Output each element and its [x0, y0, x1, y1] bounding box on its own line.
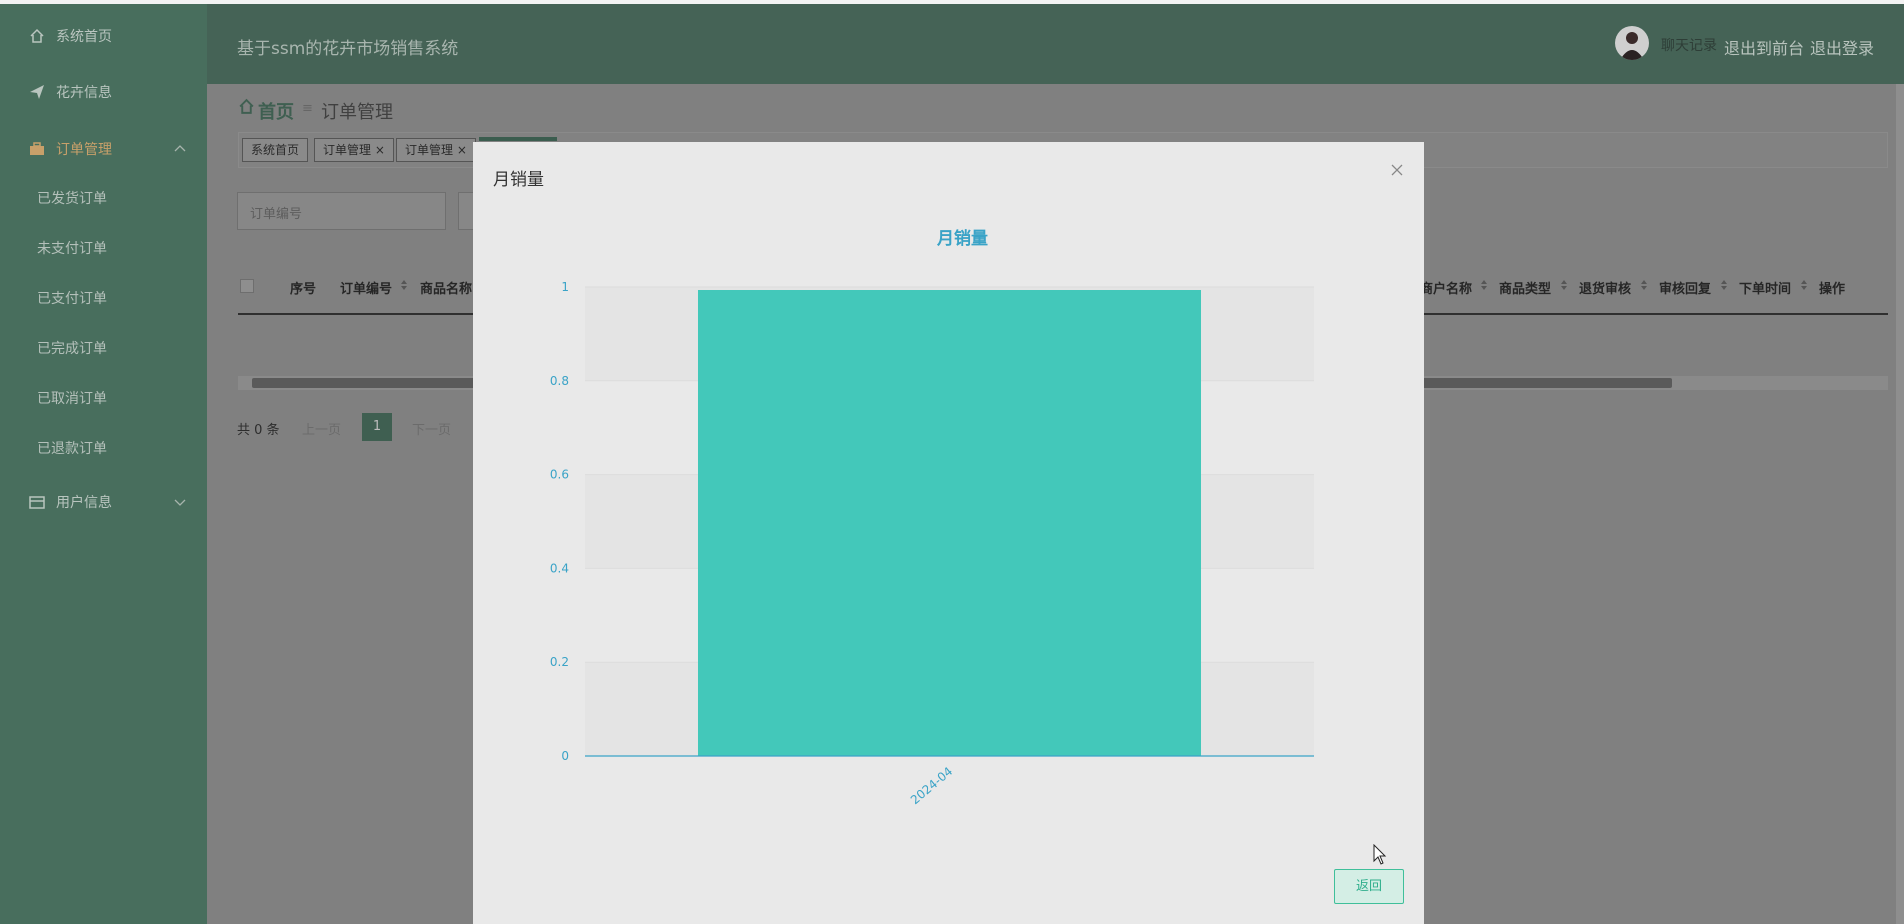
breadcrumb-separator: ≡	[302, 101, 313, 116]
chevron-down-icon	[173, 495, 187, 509]
sidebar-item-flowers[interactable]: 花卉信息	[0, 72, 207, 112]
search-input[interactable]: 订单编号	[237, 192, 446, 230]
sidebar-subitem-paid[interactable]: 已支付订单	[37, 288, 107, 308]
next-page-button[interactable]: 下一页	[412, 419, 451, 438]
sidebar-item-orders[interactable]: 订单管理	[0, 129, 207, 169]
avatar[interactable]	[1615, 26, 1649, 60]
y-tick-label: 0.4	[550, 561, 569, 575]
sidebar-subitem-shipped[interactable]: 已发货订单	[37, 188, 107, 208]
logout-link[interactable]: 退出登录	[1810, 35, 1874, 59]
y-tick-label: 0	[561, 749, 569, 763]
select-all-checkbox[interactable]	[240, 279, 254, 293]
header-username: 聊天记录	[1661, 38, 1717, 54]
mouse-cursor-icon	[1373, 843, 1387, 870]
column-header[interactable]: 订单编号	[340, 278, 392, 297]
chevron-up-icon	[173, 142, 187, 156]
send-icon	[28, 83, 46, 101]
column-header[interactable]: 审核回复	[1659, 278, 1711, 297]
column-header[interactable]: 退货审核	[1579, 278, 1631, 297]
top-header: 基于ssm的花卉市场销售系统 聊天记录 退出到前台 退出登录	[207, 4, 1904, 84]
prev-page-button[interactable]: 上一页	[302, 419, 341, 438]
chart-title: 月销量	[936, 228, 988, 249]
x-tick-label: 2024-04	[908, 764, 955, 807]
sidebar-item-label: 系统首页	[56, 29, 112, 45]
tab-label: 订单管理	[323, 143, 372, 157]
sidebar-subitem-refunded[interactable]: 已退款订单	[37, 438, 107, 458]
column-header: 操作	[1819, 282, 1846, 297]
app-title: 基于ssm的花卉市场销售系统	[237, 39, 459, 59]
tab-orders-2[interactable]: 订单管理 ×	[396, 138, 476, 162]
chart-bar[interactable]	[697, 290, 1202, 756]
vertical-scrollbar[interactable]	[1896, 84, 1904, 924]
breadcrumb-current: 订单管理	[321, 102, 393, 123]
sort-icon[interactable]	[1640, 279, 1648, 291]
page-number-button[interactable]: 1	[362, 413, 392, 441]
home-icon	[28, 27, 46, 45]
sidebar-item-users[interactable]: 用户信息	[0, 482, 207, 522]
y-tick-label: 0.6	[550, 468, 569, 482]
sidebar-item-label: 花卉信息	[56, 85, 112, 101]
sort-icon[interactable]	[1800, 279, 1808, 291]
tab-label: 订单管理	[405, 143, 454, 157]
sidebar-subitem-unpaid[interactable]: 未支付订单	[37, 238, 107, 258]
sort-icon[interactable]	[1560, 279, 1568, 291]
column-header[interactable]: 下单时间	[1739, 278, 1791, 297]
exit-to-front-link[interactable]: 退出到前台	[1724, 35, 1804, 59]
y-tick-label: 0.8	[550, 374, 569, 388]
sidebar-item-label: 订单管理	[56, 142, 112, 158]
tab-orders[interactable]: 订单管理 ×	[314, 138, 394, 162]
close-icon[interactable]: ×	[375, 143, 385, 157]
tab-active-indicator	[479, 137, 557, 141]
tab-label: 系统首页	[251, 143, 300, 157]
sidebar-subitem-cancelled[interactable]: 已取消订单	[37, 388, 107, 408]
close-icon[interactable]: ×	[457, 143, 467, 157]
column-header: 序号	[290, 282, 317, 297]
sidebar-subitem-completed[interactable]: 已完成订单	[37, 338, 107, 358]
y-tick-label: 0.2	[550, 655, 569, 669]
sort-icon[interactable]	[400, 279, 408, 291]
tab-home[interactable]: 系统首页	[242, 138, 309, 162]
breadcrumb-home[interactable]: 首页	[258, 98, 294, 124]
pagination-total: 共 0 条	[237, 423, 280, 438]
sort-icon[interactable]	[1480, 279, 1488, 291]
sidebar-item-home[interactable]: 系统首页	[0, 16, 207, 56]
home-icon	[238, 98, 255, 119]
card-icon	[28, 493, 46, 511]
sort-icon[interactable]	[1720, 279, 1728, 291]
column-header[interactable]: 商品类型	[1499, 278, 1551, 297]
monthly-sales-chart: 月销量 0 0.2 0.4 0.6 0.8 1 2024-04	[550, 228, 1314, 807]
column-header[interactable]: 商品名称	[420, 278, 472, 297]
y-tick-label: 1	[561, 280, 569, 294]
back-button[interactable]: 返回	[1334, 869, 1404, 904]
sidebar: 系统首页 花卉信息 订单管理 已发货订单 未支付订单 已支付订单 已完成订单 已…	[0, 4, 207, 924]
column-header[interactable]: 商户名称	[1420, 278, 1472, 297]
sidebar-item-label: 用户信息	[56, 495, 112, 511]
briefcase-icon	[28, 140, 46, 158]
